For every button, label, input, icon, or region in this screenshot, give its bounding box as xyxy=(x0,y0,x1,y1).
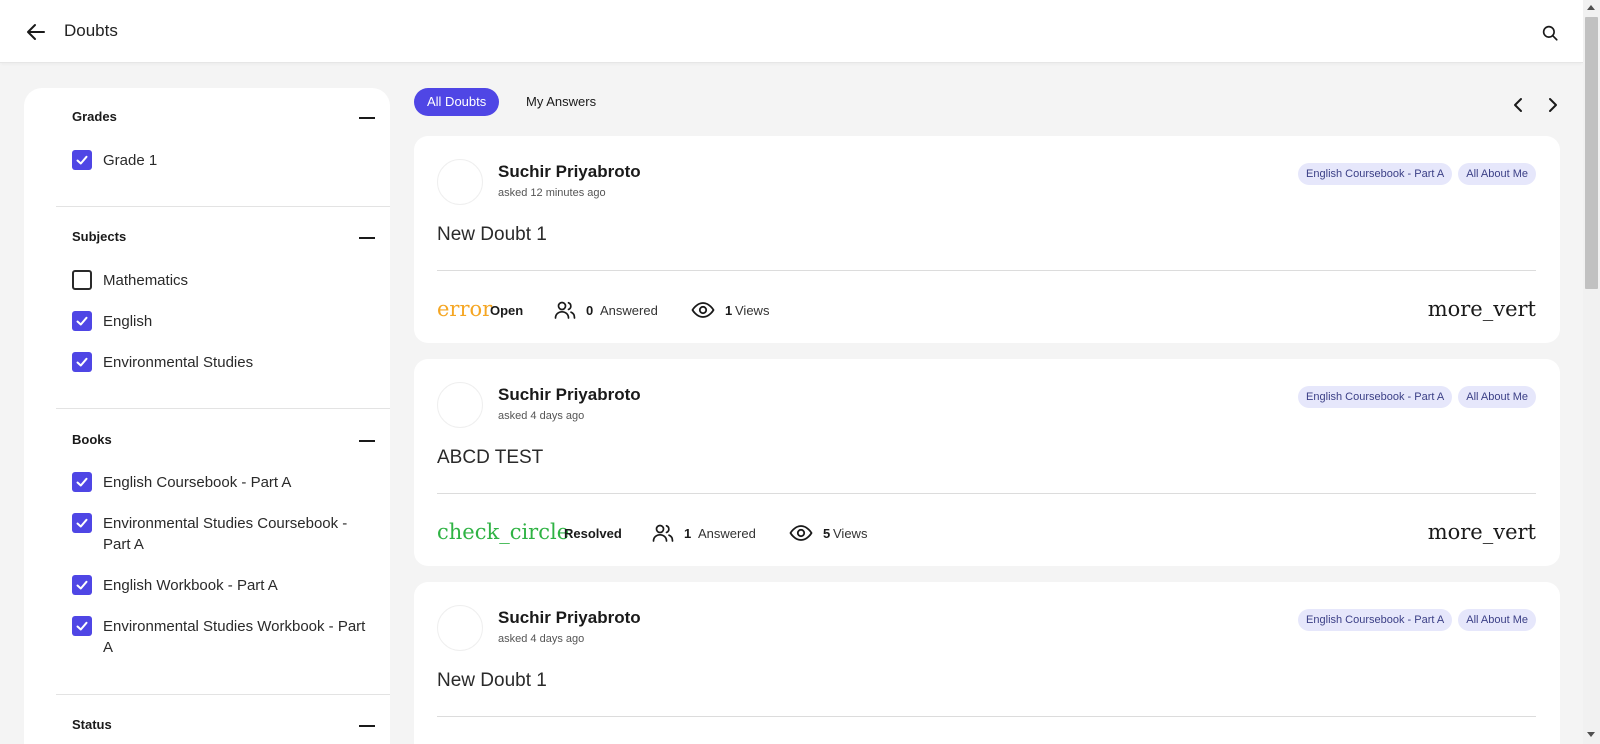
more-options-icon[interactable]: more_vert xyxy=(1428,519,1536,545)
scroll-down-arrow-icon[interactable] xyxy=(1587,732,1595,737)
checkbox-checked-icon[interactable] xyxy=(72,150,92,170)
section-divider xyxy=(56,694,390,695)
views-count: 1 xyxy=(725,303,733,318)
check-circle-icon: check_circle xyxy=(437,520,570,544)
avatar xyxy=(437,605,483,651)
scroll-up-arrow-icon[interactable] xyxy=(1587,5,1595,10)
tag-book[interactable]: English Coursebook - Part A xyxy=(1298,386,1453,408)
doubt-footer: check_circle Resolved 1 Answered 5 Views… xyxy=(437,519,1536,551)
collapse-subjects-icon[interactable] xyxy=(359,237,375,239)
checkbox-checked-icon[interactable] xyxy=(72,311,92,331)
doubt-tags: English Coursebook - Part A All About Me xyxy=(1298,163,1536,185)
doubt-question[interactable]: ABCD TEST xyxy=(437,447,543,469)
back-arrow-icon[interactable] xyxy=(24,20,48,44)
filter-option-grade-1[interactable]: Grade 1 xyxy=(72,150,157,171)
doubt-tags: English Coursebook - Part A All About Me xyxy=(1298,386,1536,408)
checkbox-checked-icon[interactable] xyxy=(72,513,92,533)
tab-my-answers[interactable]: My Answers xyxy=(513,88,609,116)
doubt-card[interactable]: Suchir Priyabroto asked 12 minutes ago E… xyxy=(414,136,1560,343)
doubt-timestamp: asked 4 days ago xyxy=(498,633,585,645)
card-divider xyxy=(437,270,1536,271)
doubt-author: Suchir Priyabroto xyxy=(498,608,641,627)
status-label: Resolved xyxy=(564,526,622,541)
checkbox-unchecked-icon[interactable] xyxy=(72,270,92,290)
filter-option-label: English Workbook - Part A xyxy=(103,577,278,594)
tag-book[interactable]: English Coursebook - Part A xyxy=(1298,163,1453,185)
tag-chapter[interactable]: All About Me xyxy=(1458,609,1536,631)
answers-count: 0 xyxy=(586,303,594,318)
checkbox-checked-icon[interactable] xyxy=(72,616,92,636)
collapse-grades-icon[interactable] xyxy=(359,117,375,119)
checkbox-checked-icon[interactable] xyxy=(72,575,92,595)
doubt-author: Suchir Priyabroto xyxy=(498,385,641,404)
collapse-status-icon[interactable] xyxy=(359,725,375,727)
chevron-right-icon[interactable] xyxy=(1543,95,1563,115)
filter-option-label: Environmental Studies Workbook - Part A xyxy=(103,618,366,656)
filter-option-english-coursebook[interactable]: English Coursebook - Part A xyxy=(72,472,368,493)
doubt-footer: error Open 0 Answered 1 Views more_vert xyxy=(437,296,1536,328)
tag-chapter[interactable]: All About Me xyxy=(1458,163,1536,185)
filter-option-mathematics[interactable]: Mathematics xyxy=(72,270,188,291)
filter-option-label: Environmental Studies Coursebook - Part … xyxy=(103,515,348,553)
filter-option-evs-workbook[interactable]: Environmental Studies Workbook - Part A xyxy=(72,616,368,658)
answers-label: Answered xyxy=(600,303,658,318)
tag-book[interactable]: English Coursebook - Part A xyxy=(1298,609,1453,631)
card-divider xyxy=(437,716,1536,717)
doubt-timestamp: asked 12 minutes ago xyxy=(498,187,606,199)
users-icon xyxy=(554,301,576,319)
views-count: 5 xyxy=(823,526,831,541)
filter-option-evs-coursebook[interactable]: Environmental Studies Coursebook - Part … xyxy=(72,513,368,555)
page-scrollbar[interactable] xyxy=(1583,0,1600,744)
app-header: Doubts xyxy=(0,0,1583,63)
filter-option-english-workbook[interactable]: English Workbook - Part A xyxy=(72,575,368,596)
filter-heading-books: Books xyxy=(72,432,112,447)
filter-option-label: English Coursebook - Part A xyxy=(103,474,292,491)
page-title: Doubts xyxy=(64,21,118,40)
views-label: Views xyxy=(833,526,868,541)
filter-option-english[interactable]: English xyxy=(72,311,152,332)
card-divider xyxy=(437,493,1536,494)
answers-label: Answered xyxy=(698,526,756,541)
status-label: Open xyxy=(490,303,524,318)
filter-option-label: Mathematics xyxy=(103,272,189,289)
doubt-author: Suchir Priyabroto xyxy=(498,162,641,181)
filter-heading-grades: Grades xyxy=(72,109,117,124)
doubt-question[interactable]: New Doubt 1 xyxy=(437,224,547,246)
views-label: Views xyxy=(735,303,770,318)
tab-all-doubts[interactable]: All Doubts xyxy=(414,88,500,116)
eye-icon xyxy=(789,525,813,541)
users-icon xyxy=(652,524,674,542)
filter-option-label: English xyxy=(103,313,153,330)
scroll-thumb[interactable] xyxy=(1585,17,1598,289)
filter-option-environmental-studies[interactable]: Environmental Studies xyxy=(72,352,253,373)
checkbox-checked-icon[interactable] xyxy=(72,352,92,372)
doubt-tags: English Coursebook - Part A All About Me xyxy=(1298,609,1536,631)
doubt-question[interactable]: New Doubt 1 xyxy=(437,670,547,692)
checkbox-checked-icon[interactable] xyxy=(72,472,92,492)
more-options-icon[interactable]: more_vert xyxy=(1428,296,1536,322)
filter-option-label: Grade 1 xyxy=(103,152,158,169)
avatar xyxy=(437,382,483,428)
tag-chapter[interactable]: All About Me xyxy=(1458,386,1536,408)
eye-icon xyxy=(691,302,715,318)
section-divider xyxy=(56,206,390,207)
doubt-timestamp: asked 4 days ago xyxy=(498,410,585,422)
answers-count: 1 xyxy=(684,526,692,541)
doubt-card[interactable]: Suchir Priyabroto asked 4 days ago Engli… xyxy=(414,582,1560,744)
filter-heading-subjects: Subjects xyxy=(72,229,127,244)
error-icon: error xyxy=(437,297,493,321)
filter-option-label: Environmental Studies xyxy=(103,354,254,371)
filter-heading-status: Status xyxy=(72,717,112,732)
chevron-left-icon[interactable] xyxy=(1508,95,1528,115)
avatar xyxy=(437,159,483,205)
section-divider xyxy=(56,408,390,409)
search-icon[interactable] xyxy=(1541,24,1559,42)
collapse-books-icon[interactable] xyxy=(359,440,375,442)
doubt-card[interactable]: Suchir Priyabroto asked 4 days ago Engli… xyxy=(414,359,1560,566)
